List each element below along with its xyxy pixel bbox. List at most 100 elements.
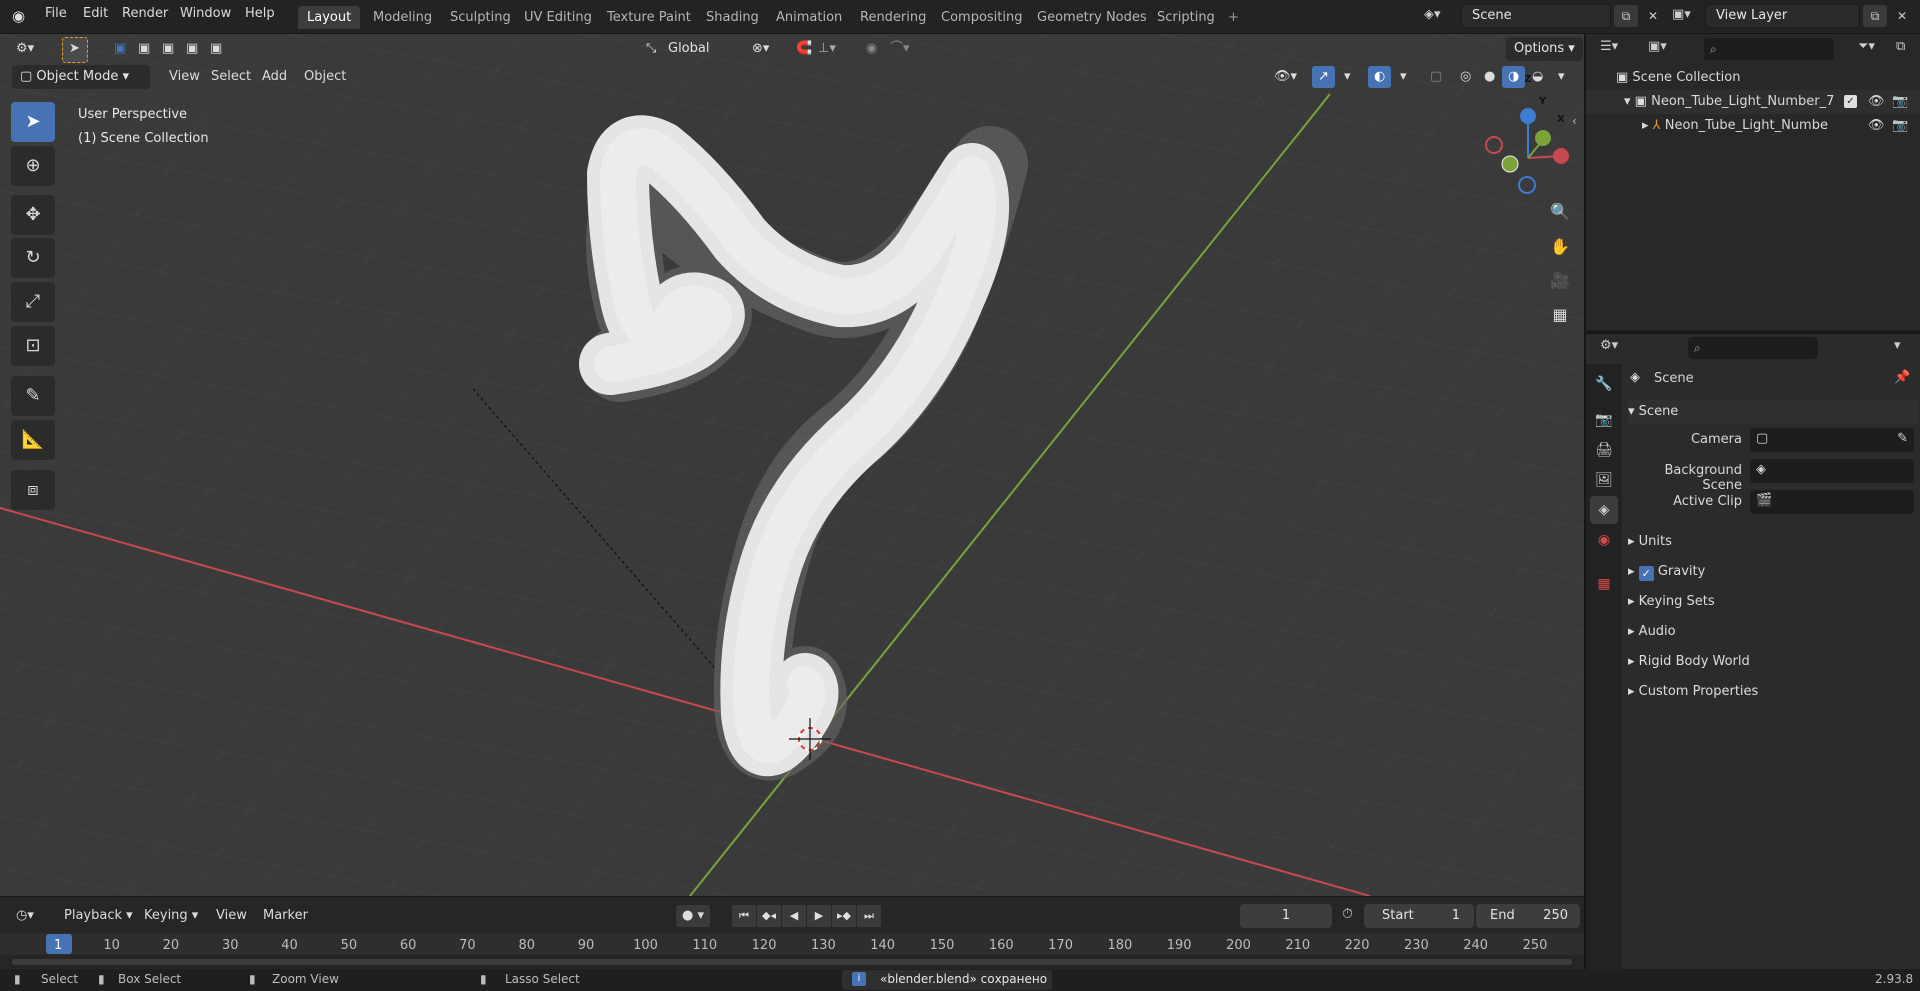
rendered-shading-icon[interactable]: ◒ <box>1526 66 1549 88</box>
tab-scripting[interactable]: Scripting <box>1148 6 1224 29</box>
next-keyframe-icon[interactable]: ▸◆ <box>832 905 856 927</box>
end-frame-field[interactable]: End 250 <box>1476 904 1580 928</box>
transform-tool-icon[interactable]: ⊡ <box>11 326 55 366</box>
menu-file[interactable]: File <box>41 6 71 21</box>
scene-type-icon[interactable]: ◈▾ <box>1424 7 1441 22</box>
tab-layout[interactable]: Layout <box>298 6 361 29</box>
sidebar-toggle-icon[interactable]: ‹ <box>1572 114 1577 128</box>
new-collection-icon[interactable]: ⧉ <box>1896 39 1905 54</box>
camera-field[interactable]: ▢ ✎ <box>1750 428 1914 452</box>
blender-logo-icon[interactable]: ◉ <box>12 7 32 27</box>
outliner-row-collection[interactable]: ▾ ▣ Neon_Tube_Light_Number_7 ✓ 👁 📷 <box>1586 90 1920 114</box>
expand-icon[interactable]: ▾ <box>1624 94 1635 109</box>
play-reverse-icon[interactable]: ◀ <box>782 905 806 927</box>
timeline-editor-type-icon[interactable]: ◷▾ <box>10 905 40 927</box>
overlays-dropdown-icon[interactable]: ▾ <box>1394 66 1413 88</box>
tool-tab-icon[interactable]: 🔧 <box>1590 370 1618 398</box>
play-icon[interactable]: ▶ <box>807 905 831 927</box>
gravity-panel-header[interactable]: ▸ ✓ Gravity <box>1628 560 1918 584</box>
auto-keying-icon[interactable]: ● ▾ <box>676 905 711 927</box>
outliner-panel[interactable]: ☰▾ ▣▾ ⌕ ⏷▾ ⧉ ▣ Scene Collection ▾ ▣ Neon… <box>1584 34 1920 330</box>
menu-window[interactable]: Window <box>176 6 235 21</box>
xray-icon[interactable]: ▢ <box>1424 66 1448 88</box>
jump-start-icon[interactable]: ⏮ <box>732 905 756 927</box>
world-tab-icon[interactable]: ◉ <box>1590 526 1618 554</box>
scale-tool-icon[interactable]: ⤢ <box>11 282 55 322</box>
eyedropper-icon[interactable]: ✎ <box>1897 431 1908 446</box>
select-new-icon[interactable]: ▣ <box>108 38 132 60</box>
filter-icon[interactable]: ⏷▾ <box>1858 39 1875 54</box>
background-scene-field[interactable]: ◈ <box>1750 459 1914 483</box>
select-box-tool-icon[interactable]: ➤ <box>11 102 55 142</box>
expand-object-icon[interactable]: ▸ <box>1642 118 1653 133</box>
properties-options-icon[interactable]: ▾ <box>1894 338 1901 353</box>
properties-editor-type-icon[interactable]: ⚙▾ <box>1600 338 1618 353</box>
scene-panel-header[interactable]: ▾ Scene <box>1628 400 1918 424</box>
tab-rendering[interactable]: Rendering <box>851 6 935 29</box>
view-layer-icon[interactable]: ▣▾ <box>1672 7 1691 22</box>
select-subtract-icon[interactable]: ▣ <box>156 38 180 60</box>
properties-panel[interactable]: ⚙▾ ⌕ ▾ 🔧 📷 🖨 🖼 ◈ ◉ ▦ ◈ Scene 📌 ▾ Scene C… <box>1584 332 1920 971</box>
timeline-editor[interactable]: ◷▾ Playback ▾ Keying ▾ View Marker ● ▾ ⏮… <box>0 896 1584 969</box>
tab-geometry-nodes[interactable]: Geometry Nodes <box>1028 6 1156 29</box>
3d-viewport[interactable]: Z X Y ⚙▾ ➤ ▣ ▣ ▣ ▣ ▣ ⤡ Global ⊗▾ 🧲 ⊥▾ ◉ … <box>0 34 1584 896</box>
start-frame-field[interactable]: Start 1 <box>1364 904 1474 928</box>
toggle-ortho-icon[interactable]: ▦ <box>1545 300 1575 330</box>
status-message[interactable]: i «blender.blend» сохранено <box>842 970 1052 990</box>
object-render-icon[interactable]: 📷 <box>1892 114 1908 138</box>
preview-range-icon[interactable]: ⏱ <box>1342 906 1353 922</box>
active-clip-field[interactable]: 🎬 <box>1750 490 1914 514</box>
collection-visibility-icon[interactable]: 👁 <box>1868 90 1885 114</box>
proportional-falloff-icon[interactable]: ⌒▾ <box>884 38 916 60</box>
move-tool-icon[interactable]: ✥ <box>11 195 55 235</box>
menu-edit[interactable]: Edit <box>79 6 112 21</box>
material-shading-icon[interactable]: ◑ <box>1502 66 1526 88</box>
select-extend-icon[interactable]: ▣ <box>132 38 156 60</box>
output-tab-icon[interactable]: 🖨 <box>1590 436 1618 464</box>
collection-checkbox[interactable]: ✓ <box>1844 95 1857 108</box>
current-frame-field[interactable]: 1 <box>1240 904 1332 928</box>
select-difference-icon[interactable]: ▣ <box>180 38 204 60</box>
measure-tool-icon[interactable]: 📐 <box>11 420 55 460</box>
tab-compositing[interactable]: Compositing <box>932 6 1032 29</box>
prev-keyframe-icon[interactable]: ◆◂ <box>757 905 781 927</box>
editor-type-icon[interactable]: ⚙▾ <box>10 38 40 60</box>
menu-playback[interactable]: Playback ▾ <box>58 905 139 927</box>
scene-selector[interactable]: Scene <box>1461 4 1611 28</box>
outliner-editor-type-icon[interactable]: ☰▾ <box>1600 39 1618 54</box>
shading-dropdown-icon[interactable]: ▾ <box>1552 66 1571 88</box>
delete-view-layer-icon[interactable]: ✕ <box>1890 5 1914 27</box>
visibility-icon[interactable]: 👁▾ <box>1268 66 1303 88</box>
tab-sculpting[interactable]: Sculpting <box>441 6 520 29</box>
add-workspace-icon[interactable]: + <box>1219 6 1248 29</box>
view-layer-tab-icon[interactable]: 🖼 <box>1590 466 1618 494</box>
zoom-view-icon[interactable]: 🔍 <box>1545 197 1575 227</box>
delete-scene-icon[interactable]: ✕ <box>1641 5 1665 27</box>
tab-uv-editing[interactable]: UV Editing <box>515 6 601 29</box>
tab-modeling[interactable]: Modeling <box>364 6 441 29</box>
gizmo-toggle-icon[interactable]: ↗ <box>1312 66 1335 88</box>
gravity-checkbox[interactable]: ✓ <box>1638 566 1654 581</box>
transform-orientation-dropdown[interactable]: Global <box>660 37 740 61</box>
snap-target-icon[interactable]: ⊥▾ <box>812 38 842 60</box>
options-dropdown[interactable]: Options ▾ <box>1506 37 1583 61</box>
cursor-tool-icon[interactable]: ⊕ <box>11 146 55 186</box>
overlays-toggle-icon[interactable]: ◐ <box>1368 66 1392 88</box>
texture-tab-icon[interactable]: ▦ <box>1590 570 1618 598</box>
menu-timeline-view[interactable]: View <box>210 905 253 927</box>
collection-render-icon[interactable]: 📷 <box>1892 90 1908 114</box>
proportional-edit-icon[interactable]: ◉ <box>860 38 883 60</box>
render-tab-icon[interactable]: 📷 <box>1590 406 1618 434</box>
pan-view-icon[interactable]: ✋ <box>1545 232 1575 262</box>
menu-help[interactable]: Help <box>241 6 279 21</box>
menu-object[interactable]: Object <box>298 66 352 88</box>
add-cube-tool-icon[interactable]: ⧈ <box>11 470 55 510</box>
menu-view[interactable]: View <box>163 66 206 88</box>
keying-sets-panel-header[interactable]: ▸ Keying Sets <box>1628 590 1918 614</box>
tab-texture-paint[interactable]: Texture Paint <box>598 6 700 29</box>
properties-search-input[interactable]: ⌕ <box>1688 337 1818 359</box>
timeline-scrollbar[interactable] <box>12 959 1572 965</box>
view-layer-selector[interactable]: View Layer <box>1705 4 1860 28</box>
menu-render[interactable]: Render <box>118 6 172 21</box>
scene-tab-icon[interactable]: ◈ <box>1590 496 1618 524</box>
